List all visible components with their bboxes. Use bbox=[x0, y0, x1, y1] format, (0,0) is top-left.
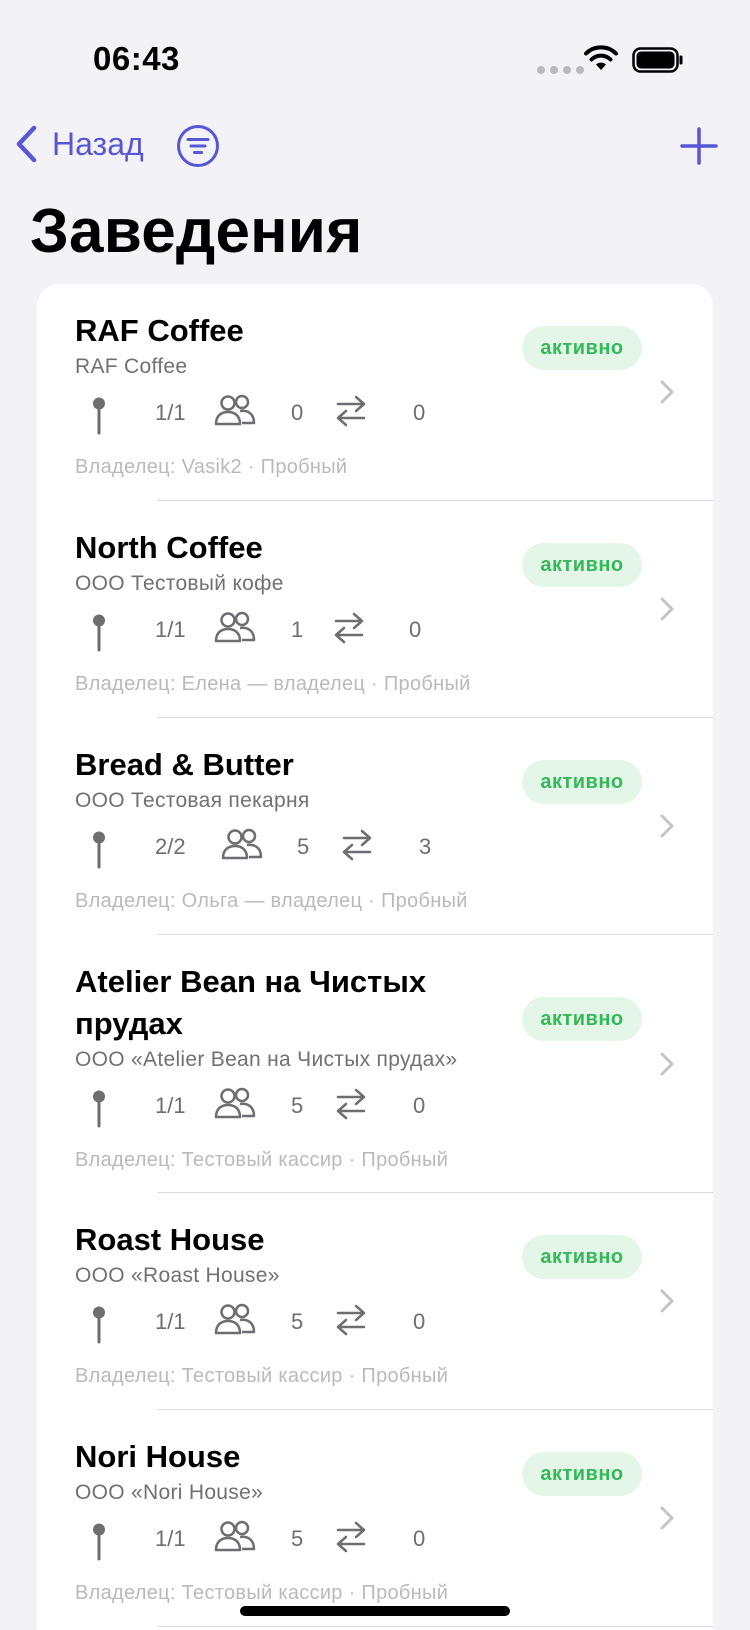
venue-owner: Владелец: Елена — владелец · Пробный bbox=[75, 673, 471, 695]
venue-stats: 1/1 5 0 bbox=[75, 1299, 545, 1351]
status-badge: активно bbox=[522, 760, 642, 804]
staff-count: 1 bbox=[291, 617, 304, 642]
locations-count: 1/1 bbox=[155, 1093, 186, 1118]
chevron-right-icon bbox=[660, 380, 674, 404]
page-title: Заведения bbox=[30, 197, 363, 266]
row-separator bbox=[157, 1626, 713, 1627]
venue-owner: Владелец: Тестовый кассир · Пробный bbox=[75, 1365, 449, 1387]
venue-legal-name: ООО Тестовый кофе bbox=[75, 572, 284, 595]
status-badge: активно bbox=[522, 1452, 642, 1496]
arrows-exchange-icon bbox=[336, 1521, 366, 1553]
home-indicator bbox=[240, 1606, 510, 1616]
plus-icon[interactable] bbox=[678, 125, 720, 167]
venue-legal-name: ООО Тестовая пекарня bbox=[75, 789, 310, 812]
arrows-exchange-icon bbox=[336, 1088, 366, 1120]
venue-owner: Владелец: Тестовый кассир · Пробный bbox=[75, 1149, 449, 1171]
transfers-count: 0 bbox=[413, 1309, 426, 1334]
chevron-right-icon bbox=[660, 1289, 674, 1313]
pin-icon bbox=[93, 1523, 105, 1561]
locations-count: 1/1 bbox=[155, 1309, 186, 1334]
staff-count: 5 bbox=[291, 1526, 304, 1551]
status-time: 06:43 bbox=[93, 40, 180, 77]
venue-stats: 1/1 1 0 bbox=[75, 607, 545, 659]
filter-circle-icon[interactable] bbox=[176, 124, 220, 168]
locations-count: 1/1 bbox=[155, 617, 186, 642]
transfers-count: 0 bbox=[413, 400, 426, 425]
staff-count: 5 bbox=[291, 1093, 304, 1118]
screen: 06:43 Назад Заведения RAF Coffee RAF Cof… bbox=[0, 0, 750, 1630]
status-badge: активно bbox=[522, 543, 642, 587]
arrows-exchange-icon bbox=[336, 395, 366, 427]
list-item[interactable]: North Coffee ООО Тестовый кофе 1/1 1 0 В… bbox=[37, 501, 713, 718]
transfers-count: 0 bbox=[413, 1093, 426, 1118]
staff-count: 5 bbox=[291, 1309, 304, 1334]
pin-icon bbox=[93, 614, 105, 652]
transfers-count: 3 bbox=[419, 834, 432, 859]
venue-title: Nori House bbox=[75, 1439, 241, 1474]
people-icon bbox=[221, 828, 263, 860]
people-icon bbox=[214, 1520, 256, 1552]
list-item[interactable]: Bread & Butter ООО Тестовая пекарня 2/2 … bbox=[37, 718, 713, 935]
status-badge: активно bbox=[522, 997, 642, 1041]
staff-count: 5 bbox=[297, 834, 310, 859]
wifi-icon bbox=[584, 45, 618, 70]
venue-title: Roast House bbox=[75, 1222, 265, 1257]
venue-owner: Владелец: Vasik2 · Пробный bbox=[75, 456, 348, 478]
people-icon bbox=[214, 1303, 256, 1335]
back-label: Назад bbox=[52, 125, 144, 162]
pin-icon bbox=[93, 397, 105, 435]
locations-count: 1/1 bbox=[155, 1526, 186, 1551]
people-icon bbox=[214, 611, 256, 643]
list-item[interactable]: RAF Coffee RAF Coffee 1/1 0 0 Владелец: … bbox=[37, 284, 713, 501]
venue-title: RAF Coffee bbox=[75, 313, 244, 348]
chevron-left-icon bbox=[16, 125, 37, 163]
cellular-signal-icon bbox=[537, 66, 584, 74]
arrows-exchange-icon bbox=[342, 829, 372, 861]
venues-list: RAF Coffee RAF Coffee 1/1 0 0 Владелец: … bbox=[37, 284, 713, 1630]
venue-stats: 1/1 5 0 bbox=[75, 1083, 545, 1135]
nav-bar: Назад bbox=[0, 115, 750, 179]
venue-stats: 1/1 5 0 bbox=[75, 1516, 545, 1568]
venue-owner: Владелец: Тестовый кассир · Пробный bbox=[75, 1582, 449, 1604]
venue-title: Bread & Butter bbox=[75, 747, 294, 782]
pin-icon bbox=[93, 1090, 105, 1128]
locations-count: 2/2 bbox=[155, 834, 186, 859]
venue-legal-name: RAF Coffee bbox=[75, 355, 188, 378]
people-icon bbox=[214, 394, 256, 426]
battery-icon bbox=[632, 47, 683, 73]
venue-title: North Coffee bbox=[75, 530, 263, 565]
transfers-count: 0 bbox=[413, 1526, 426, 1551]
chevron-right-icon bbox=[660, 1052, 674, 1076]
pin-icon bbox=[93, 1306, 105, 1344]
status-badge: активно bbox=[522, 326, 642, 370]
list-item[interactable]: Nori House ООО «Nori House» 1/1 5 0 Влад… bbox=[37, 1410, 713, 1627]
chevron-right-icon bbox=[660, 597, 674, 621]
list-item[interactable]: Roast House ООО «Roast House» 1/1 5 0 Вл… bbox=[37, 1193, 713, 1410]
people-icon bbox=[214, 1087, 256, 1119]
chevron-right-icon bbox=[660, 1506, 674, 1530]
venue-stats: 1/1 0 0 bbox=[75, 390, 545, 442]
arrows-exchange-icon bbox=[336, 1304, 366, 1336]
venue-legal-name: ООО «Atelier Bean на Чистых прудах» bbox=[75, 1048, 458, 1071]
venue-stats: 2/2 5 3 bbox=[75, 824, 545, 876]
venue-legal-name: ООО «Roast House» bbox=[75, 1264, 280, 1287]
status-bar: 06:43 bbox=[0, 0, 750, 110]
pin-icon bbox=[93, 831, 105, 869]
venue-legal-name: ООО «Nori House» bbox=[75, 1481, 264, 1504]
locations-count: 1/1 bbox=[155, 400, 186, 425]
venue-owner: Владелец: Ольга — владелец · Пробный bbox=[75, 890, 468, 912]
list-item[interactable]: Atelier Bean на Чистых прудах ООО «Ateli… bbox=[37, 935, 713, 1193]
venue-title: Atelier Bean на Чистых прудах bbox=[75, 964, 427, 1041]
chevron-right-icon bbox=[660, 814, 674, 838]
status-badge: активно bbox=[522, 1235, 642, 1279]
arrows-exchange-icon bbox=[334, 612, 364, 644]
back-button[interactable]: Назад bbox=[14, 125, 144, 163]
transfers-count: 0 bbox=[409, 617, 422, 642]
staff-count: 0 bbox=[291, 400, 304, 425]
